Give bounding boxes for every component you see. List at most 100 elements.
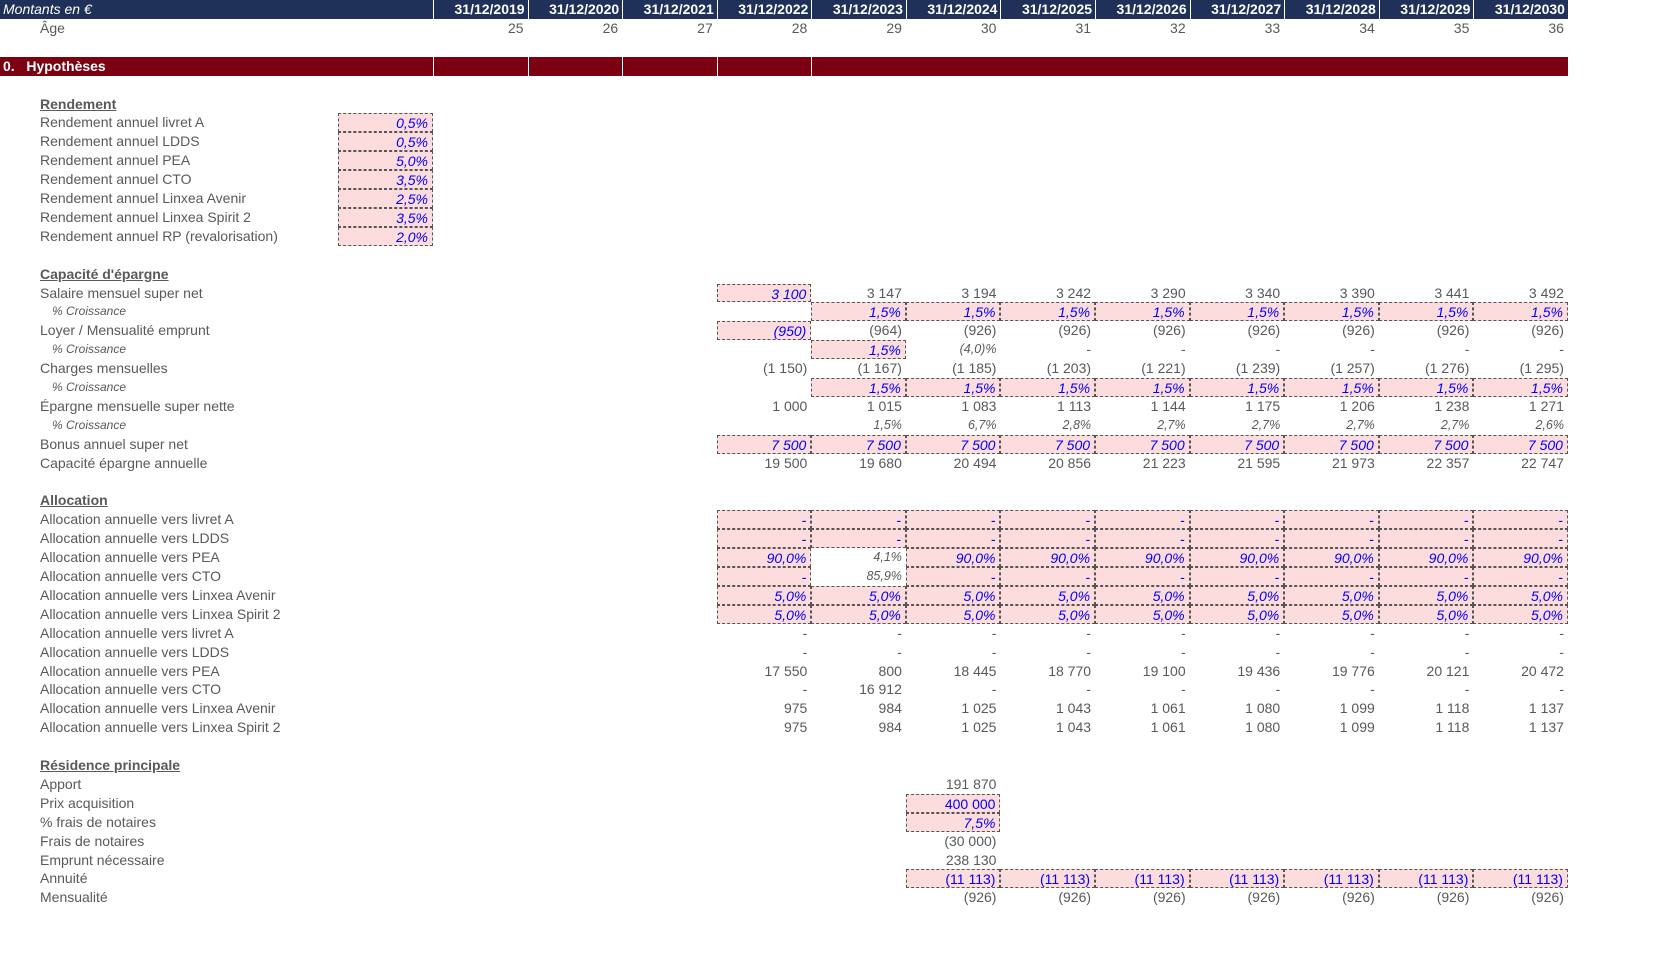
value-cell[interactable]: (1 221) (1095, 359, 1190, 378)
input-cell[interactable]: 1,5% (811, 302, 906, 322)
value-cell[interactable]: - (1284, 340, 1379, 359)
value-cell[interactable]: - (1000, 643, 1095, 662)
input-cell[interactable]: 5,0% (1378, 604, 1474, 624)
value-cell[interactable]: 1 144 (1095, 397, 1190, 416)
value-cell[interactable]: 3 441 (1379, 284, 1474, 303)
input-cell[interactable]: 90,0% (1378, 548, 1474, 567)
input-cell[interactable]: 1,5% (1000, 302, 1096, 322)
input-cell[interactable]: 7 500 (905, 434, 1001, 454)
rate-input-cell[interactable]: 2,5% (338, 189, 433, 208)
value-cell[interactable]: 20 856 (1000, 454, 1095, 473)
input-cell[interactable]: 1,5% (1284, 378, 1379, 397)
value-cell[interactable]: 19 500 (717, 454, 812, 473)
value-cell[interactable]: (926) (1284, 321, 1379, 340)
input-cell[interactable]: 90,0% (1284, 548, 1379, 567)
input-cell[interactable]: (11 113) (1000, 869, 1096, 889)
input-cell[interactable]: - (716, 529, 812, 549)
value-cell[interactable]: (926) (906, 888, 1001, 907)
value-cell[interactable]: - (717, 624, 812, 643)
value-cell[interactable]: (1 239) (1190, 359, 1285, 378)
input-cell[interactable]: - (1189, 529, 1285, 549)
input-cell[interactable]: 90,0% (1000, 548, 1096, 567)
value-cell[interactable]: - (811, 624, 906, 643)
input-cell[interactable]: 7 500 (1095, 434, 1190, 454)
input-cell[interactable]: 1,5% (1189, 378, 1285, 397)
value-cell[interactable]: 1 113 (1000, 397, 1095, 416)
value-cell[interactable]: - (1190, 340, 1285, 359)
value-cell[interactable]: 18 770 (1000, 662, 1095, 681)
input-cell[interactable]: - (1378, 510, 1474, 530)
value-cell[interactable]: 3 492 (1473, 284, 1568, 303)
value-cell[interactable]: (926) (906, 321, 1001, 340)
input-cell[interactable]: (11 113) (1473, 869, 1568, 889)
value-cell[interactable]: 1,5% (811, 416, 906, 435)
input-cell[interactable]: (11 113) (1189, 869, 1285, 889)
value-cell[interactable]: - (1095, 624, 1190, 643)
value-cell[interactable]: - (1379, 340, 1474, 359)
value-cell[interactable]: - (906, 624, 1001, 643)
input-cell[interactable]: 1,5% (811, 340, 906, 360)
value-cell[interactable]: 6,7% (906, 416, 1001, 435)
value-cell[interactable]: - (1000, 624, 1095, 643)
value-cell[interactable]: - (1284, 624, 1379, 643)
input-cell[interactable]: (11 113) (1378, 869, 1474, 889)
input-cell[interactable]: - (1473, 529, 1568, 549)
input-cell[interactable]: - (905, 567, 1001, 586)
input-cell[interactable]: - (1473, 510, 1568, 530)
value-cell[interactable]: 1 118 (1379, 699, 1474, 718)
input-cell[interactable]: 5,0% (1000, 585, 1096, 605)
value-cell[interactable]: - (1284, 680, 1379, 699)
value-cell[interactable]: 19 680 (811, 454, 906, 473)
input-cell[interactable]: 7 500 (811, 434, 906, 454)
value-cell[interactable]: (926) (1190, 888, 1285, 907)
input-cell[interactable]: 1,5% (1095, 378, 1190, 397)
value-cell[interactable]: - (717, 643, 812, 662)
input-cell[interactable]: 5,0% (1095, 585, 1190, 605)
value-cell[interactable]: - (1190, 643, 1285, 662)
input-cell[interactable]: 5,0% (1378, 585, 1474, 605)
input-cell[interactable]: 1,5% (1000, 378, 1096, 397)
input-cell[interactable]: 5,0% (1473, 604, 1568, 624)
value-cell[interactable]: 2,8% (1000, 416, 1095, 435)
value-cell[interactable]: 2,7% (1284, 416, 1379, 435)
value-cell[interactable]: 1 080 (1190, 699, 1285, 718)
value-cell[interactable]: 3 194 (906, 284, 1001, 303)
value-cell[interactable]: 1 061 (1095, 699, 1190, 718)
value-cell[interactable]: (1 257) (1284, 359, 1379, 378)
value-cell[interactable]: - (906, 643, 1001, 662)
value-cell[interactable]: 3 242 (1000, 284, 1095, 303)
value-cell[interactable]: - (1473, 680, 1568, 699)
value-cell[interactable]: 3 290 (1095, 284, 1190, 303)
value-cell[interactable]: 17 550 (717, 662, 812, 681)
value-cell[interactable]: 1 043 (1000, 699, 1095, 718)
value-cell[interactable]: - (1190, 624, 1285, 643)
value-cell[interactable]: - (1190, 680, 1285, 699)
value-cell[interactable]: 20 121 (1379, 662, 1474, 681)
value-cell[interactable]: (1 150) (717, 359, 812, 378)
input-cell[interactable]: 1,5% (1378, 302, 1474, 322)
value-cell[interactable]: 1 137 (1473, 718, 1568, 737)
input-cell[interactable]: - (1473, 567, 1568, 586)
value-cell[interactable]: - (1473, 643, 1568, 662)
input-cell[interactable]: 1,5% (1284, 302, 1379, 322)
value-cell[interactable]: - (1095, 340, 1190, 359)
value-cell[interactable]: 3 390 (1284, 284, 1379, 303)
value-cell[interactable]: 1 080 (1190, 718, 1285, 737)
input-cell[interactable]: 5,0% (1095, 604, 1190, 624)
value-cell[interactable]: 20 494 (906, 454, 1001, 473)
rate-input-cell[interactable]: 0,5% (338, 113, 433, 133)
input-cell[interactable]: 90,0% (905, 548, 1001, 567)
value-cell[interactable]: (926) (1000, 888, 1095, 907)
input-cell[interactable]: 5,0% (1189, 585, 1285, 605)
value-cell[interactable]: (1 276) (1379, 359, 1474, 378)
rate-input-cell[interactable]: 2,0% (338, 226, 433, 246)
value-cell[interactable]: 1 025 (906, 699, 1001, 718)
input-cell[interactable]: 5,0% (716, 604, 812, 624)
value-cell[interactable]: - (717, 680, 812, 699)
value-cell[interactable]: 2,6% (1473, 416, 1568, 435)
value-cell[interactable]: 3 147 (811, 284, 906, 303)
value-cell[interactable]: 3 340 (1190, 284, 1285, 303)
input-cell[interactable]: 7 500 (1284, 434, 1379, 454)
value-cell[interactable]: 21 595 (1190, 454, 1285, 473)
value-cell[interactable]: 1 238 (1379, 397, 1474, 416)
